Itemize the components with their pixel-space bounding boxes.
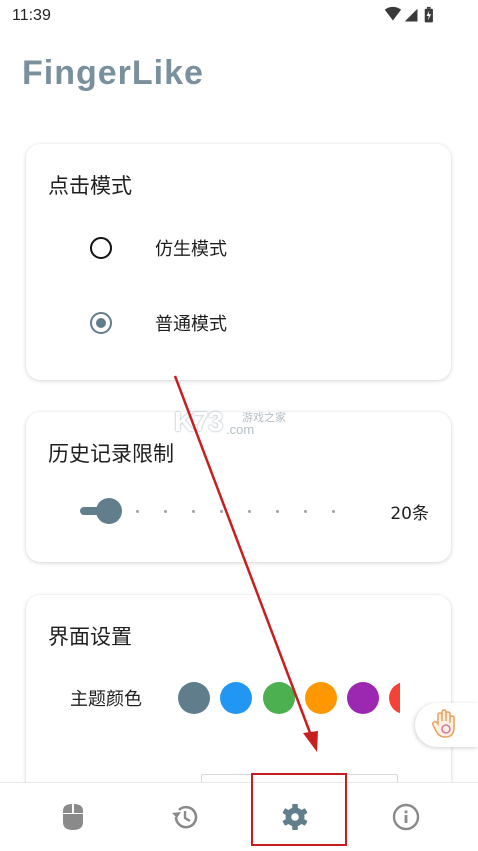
ui-settings-title: 界面设置 bbox=[48, 625, 132, 649]
color-swatch-orange[interactable] bbox=[305, 682, 337, 714]
status-bar: 11:39 bbox=[0, 0, 478, 34]
radio-label: 仿生模式 bbox=[155, 239, 227, 260]
wifi-icon bbox=[384, 6, 402, 21]
slider-tick bbox=[276, 510, 279, 513]
color-swatch-green[interactable] bbox=[263, 682, 295, 714]
hand-icon bbox=[431, 709, 455, 738]
nav-tab-history[interactable] bbox=[124, 783, 243, 851]
history-limit-title: 历史记录限制 bbox=[48, 442, 174, 466]
status-time: 11:39 bbox=[12, 7, 51, 24]
slider-tick bbox=[304, 510, 307, 513]
slider-tick bbox=[220, 510, 223, 513]
battery-icon bbox=[424, 6, 433, 23]
watermark-domain: .com bbox=[226, 422, 255, 437]
slider-tick bbox=[192, 510, 195, 513]
app-title: FingerLike bbox=[22, 54, 204, 92]
theme-color-swatches bbox=[178, 681, 400, 717]
history-icon bbox=[171, 805, 197, 829]
slider-tick bbox=[136, 510, 139, 513]
slider-tick bbox=[332, 510, 335, 513]
theme-color-label: 主题颜色 bbox=[70, 689, 142, 710]
radio-bionic-mode[interactable]: 仿生模式 bbox=[86, 228, 426, 268]
color-swatch-purple[interactable] bbox=[347, 682, 379, 714]
watermark: K73 游戏之家 .com bbox=[170, 404, 310, 444]
nav-tab-click[interactable] bbox=[13, 783, 132, 851]
color-swatch-red[interactable] bbox=[389, 682, 400, 714]
color-swatch-blue[interactable] bbox=[220, 682, 252, 714]
annotation-highlight-box bbox=[251, 773, 347, 846]
radio-label: 普通模式 bbox=[155, 314, 227, 335]
nav-tab-about[interactable] bbox=[346, 783, 465, 851]
radio-button-checked[interactable] bbox=[90, 312, 112, 334]
info-icon bbox=[392, 803, 419, 831]
click-mode-card: 点击模式 仿生模式 普通模式 bbox=[26, 144, 451, 380]
status-icons bbox=[384, 6, 433, 23]
watermark-logo: K73 bbox=[174, 406, 223, 437]
mouse-icon bbox=[62, 804, 83, 830]
radio-normal-mode[interactable]: 普通模式 bbox=[86, 303, 426, 343]
floating-hand-button[interactable] bbox=[415, 703, 478, 747]
color-swatch-blue-grey[interactable] bbox=[178, 682, 210, 714]
radio-button-unchecked[interactable] bbox=[90, 237, 112, 259]
history-limit-value: 20条 bbox=[390, 504, 429, 524]
slider-thumb[interactable] bbox=[96, 498, 122, 524]
bottom-navigation bbox=[0, 782, 478, 851]
ui-settings-card: 界面设置 主题颜色 bbox=[26, 595, 451, 795]
click-mode-title: 点击模式 bbox=[48, 174, 132, 198]
history-limit-slider[interactable] bbox=[80, 498, 340, 526]
slider-tick bbox=[248, 510, 251, 513]
signal-icon bbox=[404, 8, 418, 22]
slider-tick bbox=[164, 510, 167, 513]
